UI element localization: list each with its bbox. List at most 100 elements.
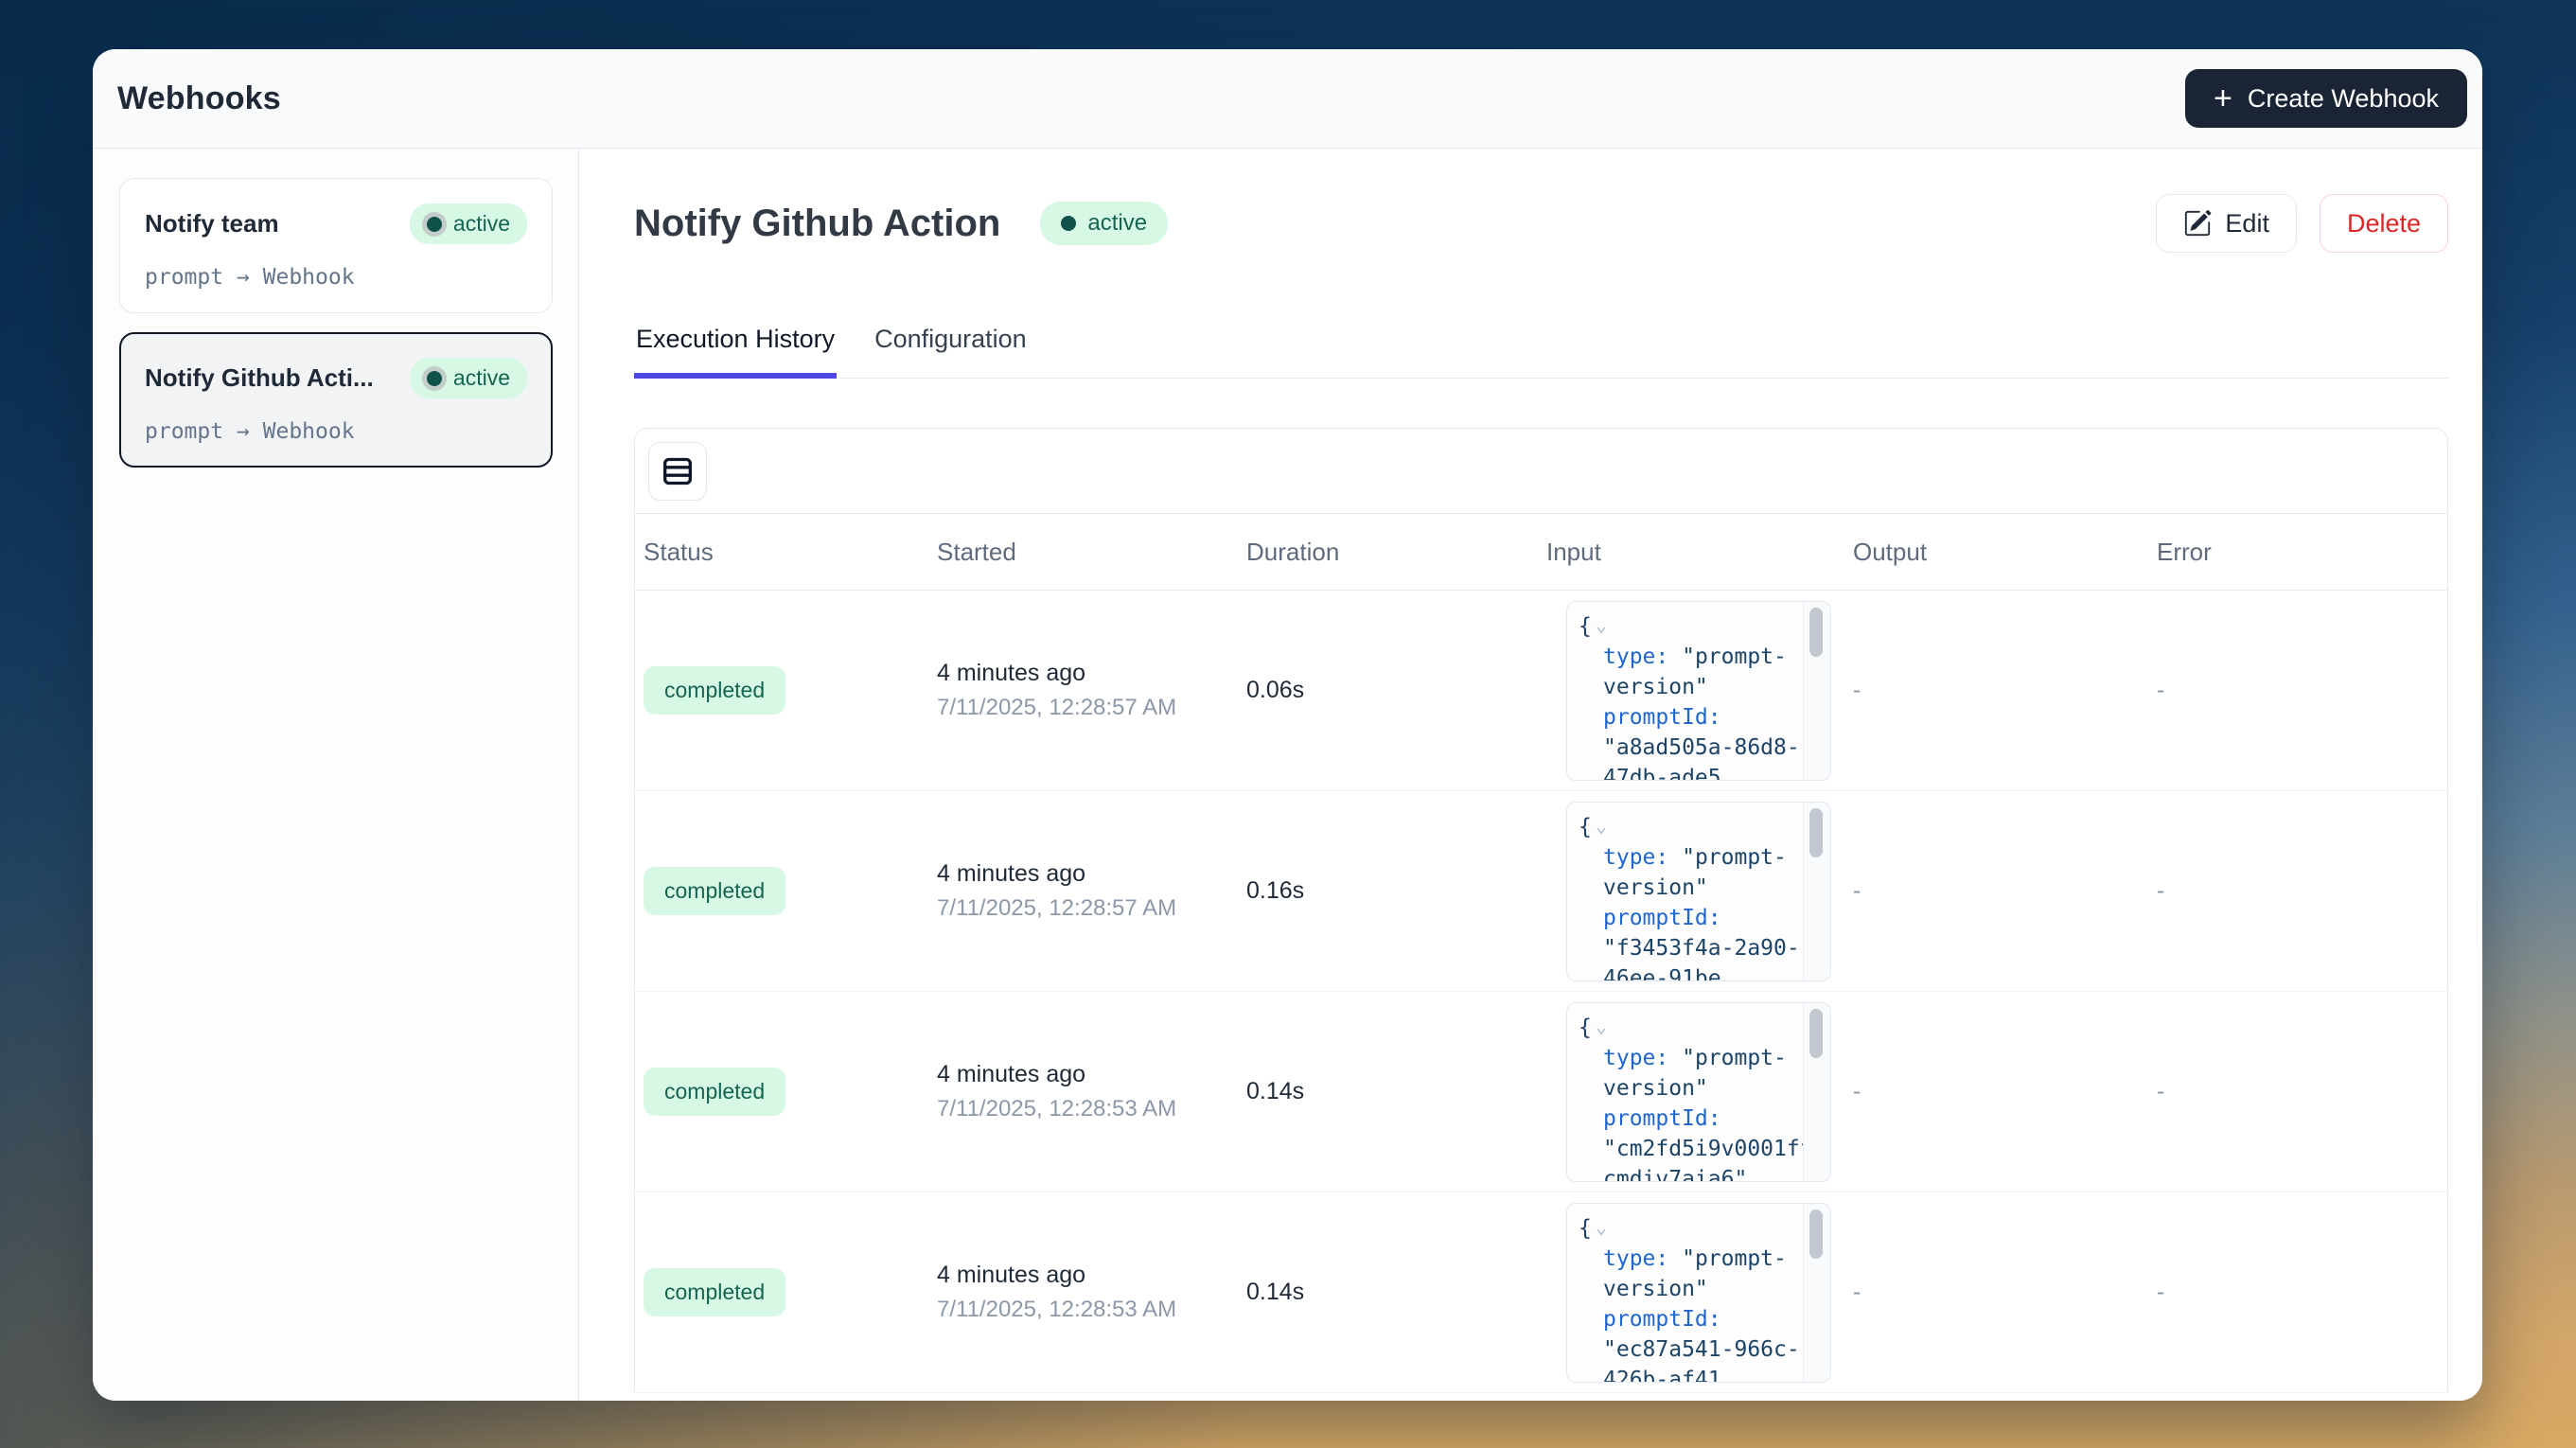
json-line: version" [1579,672,1830,702]
cell-input: {⌄type: "prompt-version"promptId:"a8ad50… [1546,601,1853,781]
started-date: 7/11/2025, 12:28:53 AM [937,1096,1246,1122]
column-header-output: Output [1853,538,2157,567]
chevron-down-icon[interactable]: ⌄ [1592,1215,1607,1238]
table-header-row: Status Started Duration Input Output Err… [635,514,2447,591]
table-row[interactable]: completed 4 minutes ago 7/11/2025, 12:28… [635,1192,2447,1393]
cell-status: completed [644,666,937,715]
json-line: type: "prompt- [1579,842,1830,873]
table-row[interactable]: completed 4 minutes ago 7/11/2025, 12:28… [635,992,2447,1192]
status-dot-icon [1061,216,1076,231]
delete-button[interactable]: Delete [2320,194,2448,253]
json-scrollbar-thumb[interactable] [1809,608,1823,657]
chevron-down-icon[interactable]: ⌄ [1592,613,1607,636]
cell-status: completed [644,1268,937,1316]
webhooks-window: Webhooks + Create Webhook Notify team ac… [93,49,2482,1401]
json-line: type: "prompt- [1579,642,1830,672]
cell-input: {⌄type: "prompt-version"promptId:"cm2fd5… [1546,1002,1853,1182]
output-value: - [1853,1078,1861,1104]
completed-badge: completed [644,1268,785,1316]
completed-badge: completed [644,1068,785,1116]
json-scrollbar-thumb[interactable] [1809,1009,1823,1058]
input-json-viewer[interactable]: {⌄type: "prompt-version"promptId:"ec87a5… [1566,1203,1831,1383]
plus-icon: + [2214,82,2232,115]
webhook-list-item[interactable]: Notify team active prompt → Webhook [119,178,553,313]
cell-started: 4 minutes ago 7/11/2025, 12:28:53 AM [937,1262,1246,1323]
duration-value: 0.14s [1246,1279,1304,1305]
chevron-down-icon[interactable]: ⌄ [1592,1015,1607,1037]
json-line: {⌄ [1579,810,1830,842]
column-header-input: Input [1546,538,1853,567]
webhook-list-item[interactable]: Notify Github Acti... active prompt → We… [119,332,553,468]
status-badge: active [1040,202,1168,245]
webhook-item-route: prompt → Webhook [145,265,527,290]
create-webhook-button[interactable]: + Create Webhook [2185,69,2467,128]
table-rows-icon [659,452,697,490]
duration-value: 0.16s [1246,877,1304,904]
table-row[interactable]: completed 4 minutes ago 7/11/2025, 12:28… [635,791,2447,992]
started-relative: 4 minutes ago [937,1262,1246,1289]
json-line: "ec87a541-966c- [1579,1334,1830,1365]
chevron-down-icon[interactable]: ⌄ [1592,814,1607,837]
cell-duration: 0.14s [1246,1279,1546,1306]
webhook-detail-panel: Notify Github Action active [579,149,2482,1401]
table-body: completed 4 minutes ago 7/11/2025, 12:28… [635,591,2447,1393]
json-scrollbar[interactable] [1803,1003,1830,1181]
window-header: Webhooks + Create Webhook [93,49,2482,149]
webhook-item-name: Notify Github Acti... [145,363,374,393]
json-scrollbar[interactable] [1803,1204,1830,1382]
json-line: {⌄ [1579,609,1830,642]
cell-error: - [2157,877,2447,905]
table-toolbar [635,429,2447,514]
cell-output: - [1853,1078,2157,1105]
table-rows-view-button[interactable] [648,442,707,501]
started-relative: 4 minutes ago [937,660,1246,687]
status-badge: active [410,358,527,398]
json-scrollbar[interactable] [1803,602,1830,780]
json-line: {⌄ [1579,1011,1830,1043]
input-json-viewer[interactable]: {⌄type: "prompt-version"promptId:"cm2fd5… [1566,1002,1831,1182]
completed-badge: completed [644,666,785,715]
json-line: version" [1579,1073,1830,1104]
column-header-duration: Duration [1246,538,1546,567]
cell-started: 4 minutes ago 7/11/2025, 12:28:53 AM [937,1061,1246,1122]
output-value: - [1853,677,1861,703]
json-line: type: "prompt- [1579,1244,1830,1274]
column-header-started: Started [937,538,1246,567]
cell-duration: 0.06s [1246,677,1546,704]
edit-icon [2183,209,2212,238]
cell-output: - [1853,1279,2157,1306]
column-header-status: Status [644,538,937,567]
column-header-error: Error [2157,538,2447,567]
execution-history-table: Status Started Duration Input Output Err… [634,428,2448,1393]
table-row[interactable]: completed 4 minutes ago 7/11/2025, 12:28… [635,591,2447,791]
json-line: "f3453f4a-2a90- [1579,933,1830,963]
error-value: - [2157,677,2164,703]
webhook-title: Notify Github Action [634,203,1000,245]
error-value: - [2157,877,2164,904]
input-json-viewer[interactable]: {⌄type: "prompt-version"promptId:"f3453f… [1566,802,1831,981]
cell-error: - [2157,1078,2447,1105]
input-json-viewer[interactable]: {⌄type: "prompt-version"promptId:"a8ad50… [1566,601,1831,781]
edit-button[interactable]: Edit [2156,194,2297,253]
output-value: - [1853,877,1861,904]
json-line: 46ee-91be [1579,963,1830,981]
json-line: promptId: [1579,903,1830,933]
cell-input: {⌄type: "prompt-version"promptId:"f3453f… [1546,802,1853,981]
cell-input: {⌄type: "prompt-version"promptId:"ec87a5… [1546,1203,1853,1383]
json-scrollbar-thumb[interactable] [1809,1210,1823,1259]
tab-configuration[interactable]: Configuration [873,325,1029,379]
cell-started: 4 minutes ago 7/11/2025, 12:28:57 AM [937,660,1246,721]
status-dot-icon [427,371,442,386]
cell-error: - [2157,677,2447,704]
json-line: 426b-af41 [1579,1365,1830,1383]
json-scrollbar[interactable] [1803,803,1830,980]
json-line: "a8ad505a-86d8- [1579,733,1830,763]
cell-error: - [2157,1279,2447,1306]
status-badge-label: active [453,211,510,237]
cell-output: - [1853,877,2157,905]
cell-duration: 0.14s [1246,1078,1546,1105]
output-value: - [1853,1279,1861,1305]
json-line: version" [1579,873,1830,903]
json-scrollbar-thumb[interactable] [1809,808,1823,857]
tab-execution-history[interactable]: Execution History [634,325,837,379]
